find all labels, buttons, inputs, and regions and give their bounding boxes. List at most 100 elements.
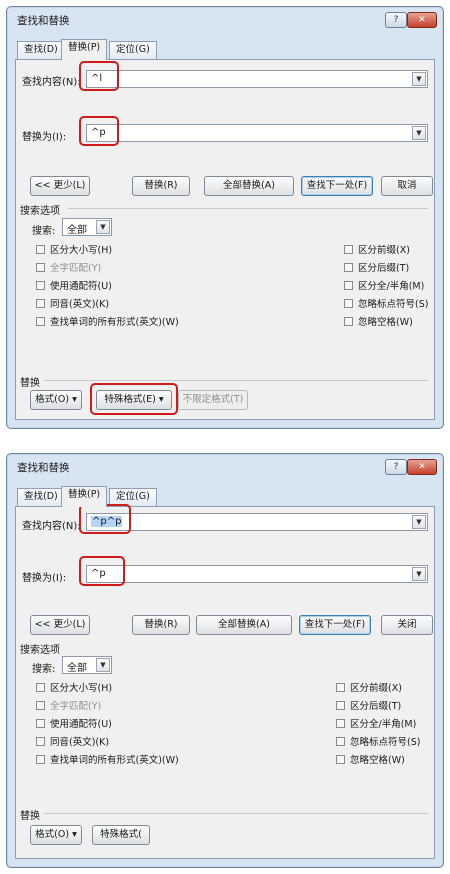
checkbox-icon[interactable] — [36, 299, 45, 308]
find-next-button[interactable]: 查找下一处(F) — [301, 176, 373, 196]
search-options-label: 搜索选项 — [20, 206, 60, 217]
find-what-input[interactable]: ^p^p ▼ — [86, 513, 428, 531]
search-direction-select[interactable]: 全部 ▼ — [62, 218, 112, 236]
replace-button[interactable]: 替换(R) — [132, 176, 190, 196]
find-what-input[interactable]: ^l ▼ — [86, 70, 428, 88]
checkbox-icon[interactable] — [336, 683, 345, 692]
highlight-box-find — [79, 504, 131, 534]
checkbox-icon[interactable] — [344, 281, 353, 290]
checkbox-width[interactable]: 区分全/半角(M) — [336, 716, 416, 730]
divider — [44, 380, 428, 381]
highlight-box-find — [79, 61, 119, 91]
checkbox-icon[interactable] — [36, 263, 45, 272]
tab-find[interactable]: 查找(D) — [17, 41, 65, 59]
chevron-down-icon[interactable]: ▼ — [412, 72, 426, 86]
replace-with-input[interactable]: ^p ▼ — [86, 124, 428, 142]
checkbox-icon[interactable] — [336, 755, 345, 764]
tab-goto[interactable]: 定位(G) — [109, 41, 157, 59]
checkbox-match-prefix[interactable]: 区分前缀(X) — [336, 680, 402, 694]
checkbox-ignore-space[interactable]: 忽略空格(W) — [336, 752, 405, 766]
checkbox-icon[interactable] — [344, 317, 353, 326]
title-bar: 查找和替换 ? ✕ — [7, 454, 443, 480]
checkbox-icon[interactable] — [344, 299, 353, 308]
checkbox-icon[interactable] — [36, 683, 45, 692]
checkbox-icon[interactable] — [36, 281, 45, 290]
find-what-label: 查找内容(N): — [22, 77, 81, 88]
replace-with-input[interactable]: ^p ▼ — [86, 565, 428, 583]
highlight-box-special — [90, 383, 178, 415]
replace-all-button[interactable]: 全部替换(A) — [204, 176, 294, 196]
search-direction-label: 搜索: — [32, 226, 56, 237]
checkbox-icon[interactable] — [336, 737, 345, 746]
checkbox-match-case[interactable]: 区分大小写(H) — [36, 680, 112, 694]
checkbox-whole-word[interactable]: 全字匹配(Y) — [36, 698, 101, 712]
checkbox-match-prefix[interactable]: 区分前缀(X) — [344, 242, 410, 256]
replace-section-label: 替换 — [20, 378, 40, 389]
close-window-button[interactable]: ✕ — [407, 12, 437, 28]
special-format-button[interactable]: 特殊格式( — [92, 825, 150, 845]
checkbox-wildcards[interactable]: 使用通配符(U) — [36, 716, 112, 730]
less-button[interactable]: << 更少(L) — [30, 615, 90, 635]
tab-find[interactable]: 查找(D) — [17, 488, 65, 506]
checkbox-ignore-punctuation[interactable]: 忽略标点符号(S) — [336, 734, 420, 748]
checkbox-all-word-forms[interactable]: 查找单词的所有形式(英文)(W) — [36, 752, 179, 766]
highlight-box-replace — [79, 116, 119, 146]
less-button[interactable]: << 更少(L) — [30, 176, 90, 196]
checkbox-match-case[interactable]: 区分大小写(H) — [36, 242, 112, 256]
checkbox-sounds-like[interactable]: 同音(英文)(K) — [36, 734, 109, 748]
format-button[interactable]: 格式(O) ▾ — [30, 825, 82, 845]
chevron-down-icon[interactable]: ▼ — [412, 567, 426, 581]
search-direction-value: 全部 — [67, 225, 87, 236]
checkbox-match-suffix[interactable]: 区分后缀(T) — [336, 698, 401, 712]
checkbox-width[interactable]: 区分全/半角(M) — [344, 278, 424, 292]
checkbox-ignore-space[interactable]: 忽略空格(W) — [344, 314, 413, 328]
replace-panel: 查找内容(N): ^p^p ▼ 替换为(I): ^p ▼ << 更少(L) 替换… — [15, 504, 435, 859]
checkbox-icon[interactable] — [36, 317, 45, 326]
tab-replace[interactable]: 替换(P) — [61, 486, 108, 507]
checkbox-icon[interactable] — [36, 719, 45, 728]
search-direction-label: 搜索: — [32, 664, 56, 675]
checkbox-icon[interactable] — [344, 263, 353, 272]
checkbox-match-suffix[interactable]: 区分后缀(T) — [344, 260, 409, 274]
checkbox-icon[interactable] — [36, 737, 45, 746]
replace-button[interactable]: 替换(R) — [132, 615, 190, 635]
dialog-title: 查找和替换 — [17, 15, 70, 27]
search-direction-value: 全部 — [67, 663, 87, 674]
chevron-down-icon[interactable]: ▼ — [96, 658, 110, 672]
checkbox-icon[interactable] — [36, 755, 45, 764]
help-button[interactable]: ? — [385, 12, 407, 28]
find-next-button[interactable]: 查找下一处(F) — [299, 615, 371, 635]
chevron-down-icon[interactable]: ▼ — [412, 515, 426, 529]
divider — [44, 813, 428, 814]
checkbox-all-word-forms[interactable]: 查找单词的所有形式(英文)(W) — [36, 314, 179, 328]
checkbox-icon[interactable] — [344, 245, 353, 254]
checkbox-sounds-like[interactable]: 同音(英文)(K) — [36, 296, 109, 310]
checkbox-wildcards[interactable]: 使用通配符(U) — [36, 278, 112, 292]
checkbox-icon[interactable] — [36, 701, 45, 710]
checkbox-ignore-punctuation[interactable]: 忽略标点符号(S) — [344, 296, 428, 310]
replace-with-label: 替换为(I): — [22, 573, 67, 584]
checkbox-icon[interactable] — [336, 719, 345, 728]
no-formatting-button[interactable]: 不限定格式(T) — [178, 390, 248, 410]
checkbox-whole-word[interactable]: 全字匹配(Y) — [36, 260, 101, 274]
help-button[interactable]: ? — [385, 459, 407, 475]
close-button[interactable]: 关闭 — [381, 615, 433, 635]
checkbox-icon[interactable] — [36, 245, 45, 254]
find-what-label: 查找内容(N): — [22, 521, 81, 532]
replace-with-label: 替换为(I): — [22, 132, 67, 143]
dialog-title: 查找和替换 — [17, 462, 70, 474]
find-replace-dialog-1: 查找和替换 ? ✕ 查找(D) 替换(P) 定位(G) 查找内容(N): ^l … — [6, 6, 444, 429]
replace-panel: 查找内容(N): ^l ▼ 替换为(I): ^p ▼ << 更少(L) 替换(R… — [15, 59, 435, 420]
format-button[interactable]: 格式(O) ▾ — [30, 390, 82, 410]
cancel-button[interactable]: 取消 — [381, 176, 433, 196]
replace-all-button[interactable]: 全部替换(A) — [196, 615, 292, 635]
search-direction-select[interactable]: 全部 ▼ — [62, 656, 112, 674]
search-options-label: 搜索选项 — [20, 645, 60, 656]
close-window-button[interactable]: ✕ — [407, 459, 437, 475]
chevron-down-icon[interactable]: ▼ — [412, 126, 426, 140]
title-bar: 查找和替换 ? ✕ — [7, 7, 443, 33]
checkbox-icon[interactable] — [336, 701, 345, 710]
tab-replace[interactable]: 替换(P) — [61, 39, 108, 60]
highlight-box-replace — [79, 556, 125, 586]
chevron-down-icon[interactable]: ▼ — [96, 220, 110, 234]
